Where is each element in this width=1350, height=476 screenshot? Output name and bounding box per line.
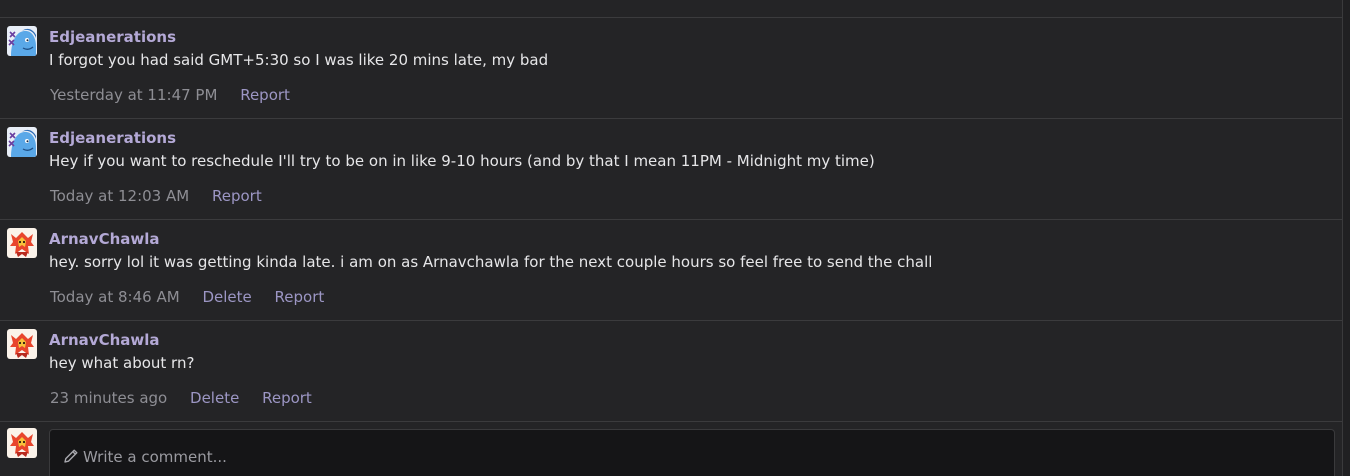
comment-item: ArnavChawla hey what about rn? 23 minute… xyxy=(0,321,1342,422)
fire-fox-avatar[interactable] xyxy=(7,329,37,359)
comment-meta: Today at 8:46 AM Delete Report xyxy=(50,288,342,306)
comment-timestamp: Today at 8:46 AM xyxy=(50,288,180,306)
comment-timestamp: 23 minutes ago xyxy=(50,389,168,407)
delete-link[interactable]: Delete xyxy=(190,389,239,407)
comment-item: Edjeanerations Hey if you want to resche… xyxy=(0,119,1342,220)
pencil-icon xyxy=(62,447,80,465)
blue-character-avatar[interactable] xyxy=(7,26,37,56)
comment-author[interactable]: ArnavChawla xyxy=(49,230,160,248)
comment-timestamp: Yesterday at 11:47 PM xyxy=(50,86,218,104)
comment-author[interactable]: Edjeanerations xyxy=(49,129,176,147)
comment-input[interactable]: Write a comment... xyxy=(49,429,1335,476)
fire-fox-avatar[interactable] xyxy=(7,228,37,258)
comment-author[interactable]: Edjeanerations xyxy=(49,28,176,46)
comment-composer-row: Write a comment... xyxy=(0,422,1342,476)
comment-text: I forgot you had said GMT+5:30 so I was … xyxy=(49,51,549,69)
comment-meta: Yesterday at 11:47 PM Report xyxy=(50,86,308,104)
comment-thread: Edjeanerations I forgot you had said GMT… xyxy=(0,0,1343,476)
comment-thread-panel: Edjeanerations I forgot you had said GMT… xyxy=(0,0,1350,476)
report-link[interactable]: Report xyxy=(240,86,290,104)
comment-timestamp: Today at 12:03 AM xyxy=(50,187,190,205)
truncated-text-fragment xyxy=(49,0,269,3)
comment-meta: 23 minutes ago Delete Report xyxy=(50,389,330,407)
comment-input-placeholder: Write a comment... xyxy=(83,448,227,466)
fire-fox-avatar xyxy=(7,428,37,458)
blue-character-avatar[interactable] xyxy=(7,127,37,157)
previous-comment-fragment xyxy=(0,0,1342,18)
comment-text: hey what about rn? xyxy=(49,354,195,372)
report-link[interactable]: Report xyxy=(262,389,312,407)
comment-author[interactable]: ArnavChawla xyxy=(49,331,160,349)
comment-text: hey. sorry lol it was getting kinda late… xyxy=(49,253,933,271)
comment-meta: Today at 12:03 AM Report xyxy=(50,187,280,205)
comment-item: ArnavChawla hey. sorry lol it was gettin… xyxy=(0,220,1342,321)
report-link[interactable]: Report xyxy=(212,187,262,205)
comment-item: Edjeanerations I forgot you had said GMT… xyxy=(0,18,1342,119)
delete-link[interactable]: Delete xyxy=(202,288,251,306)
report-link[interactable]: Report xyxy=(275,288,325,306)
comment-text: Hey if you want to reschedule I'll try t… xyxy=(49,152,875,170)
